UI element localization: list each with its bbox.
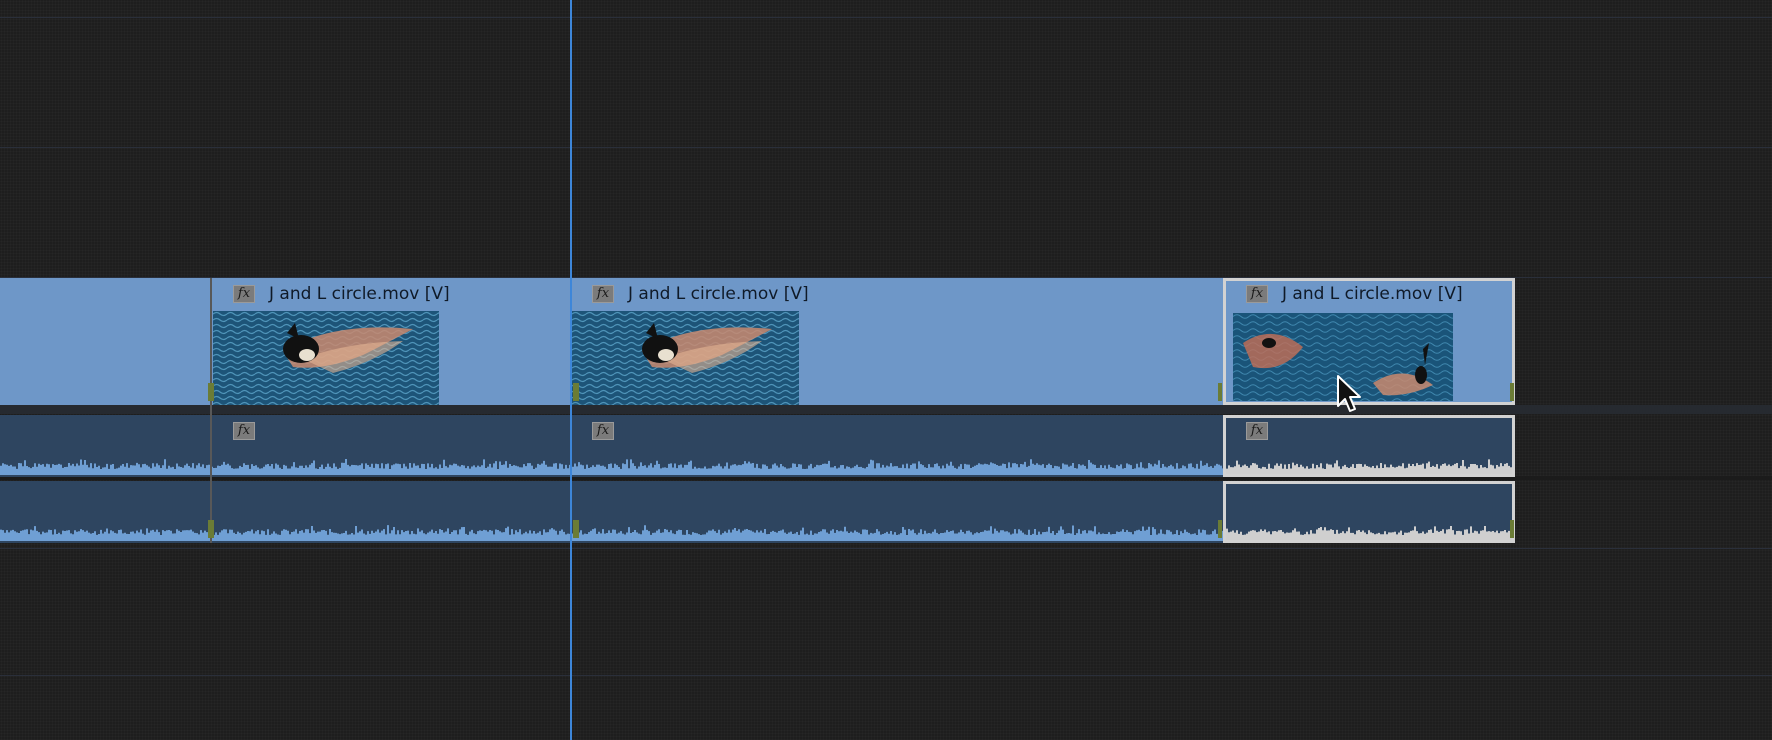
clip-thumbnail (572, 311, 799, 405)
audio-clip-partial[interactable] (0, 481, 211, 543)
audio-clip-3-a2-selected[interactable] (1223, 481, 1515, 543)
fx-badge[interactable]: fx (592, 285, 614, 303)
audio-waveform (211, 459, 570, 475)
track-divider (0, 548, 1772, 549)
audio-waveform (570, 525, 1223, 541)
audio-clip-3-a1-selected[interactable]: fx (1223, 415, 1515, 477)
clip-end-marker (573, 383, 579, 401)
audio-waveform (570, 459, 1223, 475)
audio-clip-2-a2[interactable] (570, 481, 1223, 543)
clip-thumbnail (213, 311, 439, 405)
track-divider (0, 675, 1772, 676)
clip-end-marker (1510, 520, 1514, 538)
video-clip-2[interactable]: fx J and L circle.mov [V] (570, 278, 1223, 405)
clip-end-marker (1218, 383, 1222, 401)
video-clip-partial[interactable] (0, 278, 211, 405)
audio-waveform (211, 525, 570, 541)
audio-clip-2-a1[interactable]: fx (570, 415, 1223, 477)
audio-clip-1-a1[interactable]: fx (211, 415, 570, 477)
clip-end-marker (208, 520, 214, 538)
clip-end-marker (1510, 383, 1514, 401)
playhead-line[interactable] (570, 0, 572, 740)
clip-name: J and L circle.mov [V] (269, 284, 450, 304)
fx-badge[interactable]: fx (1246, 285, 1268, 303)
track-divider (0, 147, 1772, 148)
track-gap (0, 405, 1772, 414)
fx-badge[interactable]: fx (592, 422, 614, 440)
mouse-cursor-icon (1337, 375, 1361, 412)
audio-waveform (0, 459, 211, 475)
clip-end-marker (573, 520, 579, 538)
video-clip-1[interactable]: fx J and L circle.mov [V] (211, 278, 570, 405)
edit-point[interactable] (210, 278, 212, 543)
clip-name: J and L circle.mov [V] (628, 284, 809, 304)
audio-clip-1-a2[interactable] (211, 481, 570, 543)
fx-badge[interactable]: fx (1246, 422, 1268, 440)
timeline-panel[interactable]: fx J and L circle.mov [V] fx J and L cir… (0, 0, 1772, 740)
fx-badge[interactable]: fx (233, 422, 255, 440)
track-divider (0, 17, 1772, 18)
audio-waveform (1226, 459, 1512, 474)
audio-waveform (0, 526, 211, 541)
video-clip-3-selected[interactable]: fx J and L circle.mov [V] (1223, 278, 1515, 405)
fx-badge[interactable]: fx (233, 285, 255, 303)
audio-waveform (1226, 525, 1512, 540)
audio-clip-partial[interactable] (0, 415, 211, 477)
clip-name: J and L circle.mov [V] (1282, 284, 1463, 304)
clip-end-marker (208, 383, 214, 401)
clip-end-marker (1218, 520, 1222, 538)
